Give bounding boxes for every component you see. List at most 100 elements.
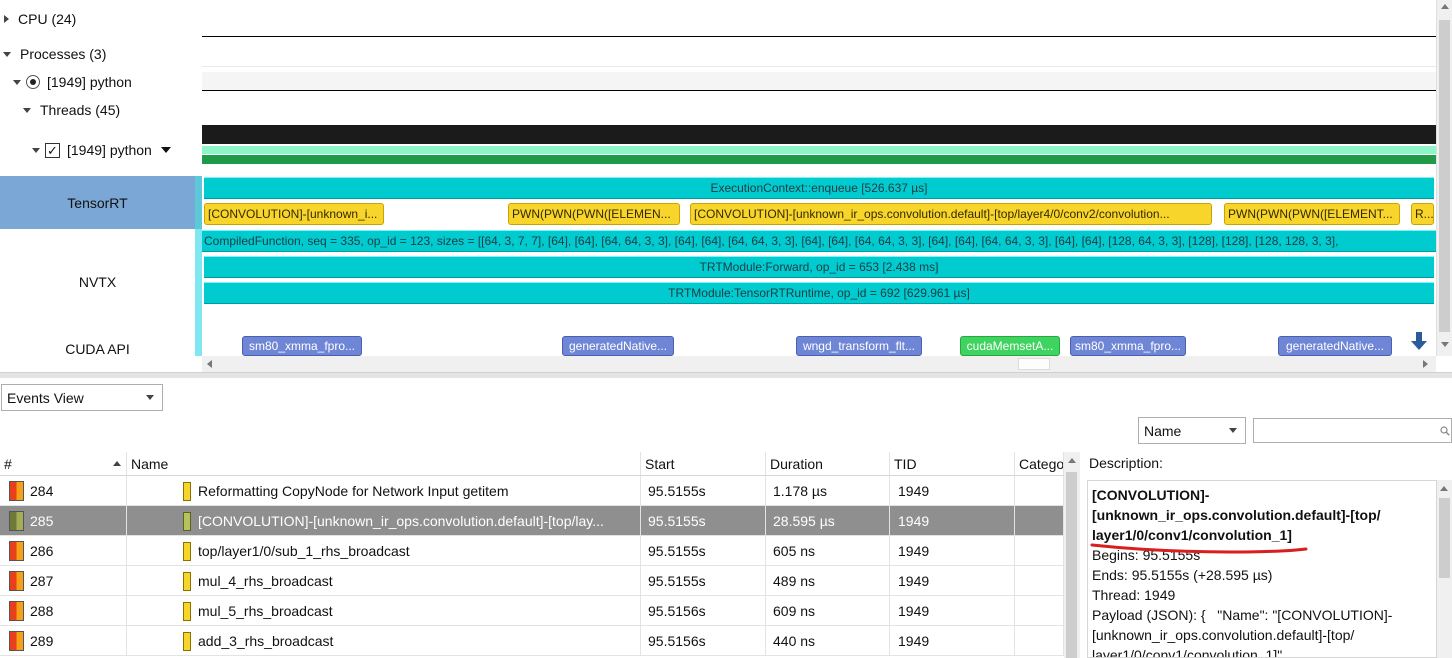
row-start: 95.5156s [648,633,706,649]
event-type-swatch [183,571,191,591]
checkbox-checked-icon[interactable]: ✓ [45,142,60,158]
table-row[interactable]: 286 top/layer1/0/sub_1_rhs_broadcast 95.… [0,536,1064,566]
trt-op-range[interactable]: [CONVOLUTION]-[unknown_i... [204,203,384,225]
scrollbar-thumb[interactable] [1439,20,1450,332]
description-scrollbar[interactable] [1437,480,1452,658]
scroll-right-icon[interactable] [1423,360,1428,368]
tree-thread-python[interactable]: ✓ [1949] python [32,139,171,161]
row-tid: 1949 [898,573,930,589]
table-row[interactable]: 284 Reformatting CopyNode for Network In… [0,476,1064,506]
row-category [1015,596,1064,626]
cuda-api-call[interactable]: cudaMemsetA... [960,336,1060,356]
arrow-down-icon[interactable] [1410,331,1428,351]
row-duration: 605 ns [773,543,816,559]
dropdown-caret-icon[interactable] [160,147,171,153]
cuda-api-call[interactable]: sm80_xmma_fpro... [242,336,362,356]
column-header-start[interactable]: Start [641,452,766,476]
row-start: 95.5155s [648,573,706,589]
scrollbar-thumb[interactable] [1066,472,1077,658]
scrollbar-thumb[interactable] [1439,498,1450,578]
description-payload: [unknown_ir_ops.convolution.default]-[to… [1092,627,1355,643]
scroll-down-icon[interactable] [1441,342,1449,347]
trt-enqueue-range[interactable]: ExecutionContext::enqueue [526.637 µs] [204,177,1434,199]
tree-processes[interactable]: Processes (3) [3,43,106,65]
trt-op-range[interactable]: R... [1411,203,1434,225]
tree-process-python[interactable]: [1949] python [13,71,132,93]
scroll-up-icon[interactable] [1068,458,1076,463]
thread-activity-bar [202,155,1436,164]
bar-label: CompiledFunction, seq = 335, op_id = 123… [204,234,1339,248]
table-row[interactable]: 287 mul_4_rhs_broadcast 95.5155s 489 ns … [0,566,1064,596]
bar-label: PWN(PWN(PWN([ELEMENT... [1228,207,1393,221]
row-label-nvtx[interactable]: NVTX [0,229,195,335]
column-header-label: Start [645,455,675,472]
tree-cpu[interactable]: CPU (24) [4,8,76,30]
description-payload: Payload (JSON): { "Name": "[CONVOLUTION]… [1092,607,1393,623]
thread-activity-bar [202,125,1436,144]
column-header-category[interactable]: Catego [1015,452,1064,476]
scrollbar-thumb[interactable] [1018,358,1050,370]
collapse-icon[interactable] [3,51,11,57]
cuda-api-call[interactable]: wngd_transform_flt... [796,336,922,356]
column-header-id[interactable]: # [0,452,127,476]
description-ends: Ends: 95.5155s (+28.595 µs) [1092,567,1273,583]
trt-op-range[interactable]: PWN(PWN(PWN([ELEMEN... [508,203,680,225]
tree-thread-label: [1949] python [67,142,152,158]
row-tid: 1949 [898,633,930,649]
track-line [202,90,1436,91]
scroll-up-icon[interactable] [1440,486,1448,491]
trt-op-range[interactable]: PWN(PWN(PWN([ELEMENT... [1224,203,1400,225]
cuda-api-call[interactable]: generatedNative... [562,336,674,356]
radio-icon[interactable] [26,75,40,89]
event-color-swatch [9,511,24,531]
tree-threads[interactable]: Threads (45) [23,99,120,121]
row-category [1015,566,1064,596]
event-color-swatch [9,571,24,591]
column-header-name[interactable]: Name [127,452,641,476]
trt-op-range[interactable]: [CONVOLUTION]-[unknown_ir_ops.convolutio… [690,203,1212,225]
row-label-cuda-api[interactable]: CUDA API [0,338,195,360]
scroll-left-icon[interactable] [207,360,212,368]
expand-icon[interactable] [4,15,9,23]
tree-threads-label: Threads (45) [40,102,121,118]
search-input[interactable] [1253,418,1452,443]
nvtx-forward-range[interactable]: TRTModule:Forward, op_id = 653 [2.438 ms… [204,256,1434,278]
nvtx-runtime-range[interactable]: TRTModule:TensorRTRuntime, op_id = 692 [… [204,282,1434,304]
view-selector-dropdown[interactable]: Events View [1,384,163,411]
timeline-canvas[interactable]: ExecutionContext::enqueue [526.637 µs] [… [202,0,1436,356]
row-label-tensorrt[interactable]: TensorRT [0,176,195,229]
collapse-icon[interactable] [32,147,40,153]
collapse-icon[interactable] [13,79,21,85]
view-selector-value: Events View [7,389,84,406]
row-category [1015,476,1064,506]
bar-label: R... [1415,207,1434,221]
row-duration: 440 ns [773,633,816,649]
column-header-duration[interactable]: Duration [766,452,890,476]
cuda-api-call[interactable]: generatedNative... [1278,336,1392,356]
search-field-dropdown[interactable]: Name [1138,417,1246,444]
row-label-text: TensorRT [67,194,128,211]
table-row[interactable]: 288 mul_5_rhs_broadcast 95.5156s 609 ns … [0,596,1064,626]
table-row-selected[interactable]: 285 [CONVOLUTION]-[unknown_ir_ops.convol… [0,506,1064,536]
timeline-horizontal-scrollbar[interactable] [202,356,1436,372]
track-line [202,66,1436,67]
bar-label: sm80_xmma_fpro... [1074,339,1182,353]
cuda-api-call[interactable]: sm80_xmma_fpro... [1070,336,1186,356]
scroll-up-icon[interactable] [1441,4,1449,9]
column-header-tid[interactable]: TID [890,452,1015,476]
collapse-icon[interactable] [23,107,31,113]
bar-label: wngd_transform_flt... [802,339,916,353]
table-vertical-scrollbar[interactable] [1064,452,1080,658]
description-title-line: [unknown_ir_ops.convolution.default]-[to… [1092,507,1381,523]
table-row[interactable]: 289 add_3_rhs_broadcast 95.5156s 440 ns … [0,626,1064,656]
nvtx-compiled-function-range[interactable]: CompiledFunction, seq = 335, op_id = 123… [202,230,1436,252]
column-header-label: Catego [1019,455,1064,472]
bar-label: [CONVOLUTION]-[unknown_ir_ops.convolutio… [694,207,1170,221]
description-label: Description: [1089,455,1163,471]
event-color-swatch [9,541,24,561]
timeline-vertical-scrollbar[interactable] [1436,0,1452,356]
row-category [1015,626,1064,656]
row-strip [195,176,202,229]
tree-cpu-label: CPU (24) [18,11,77,27]
event-type-swatch [183,601,191,621]
